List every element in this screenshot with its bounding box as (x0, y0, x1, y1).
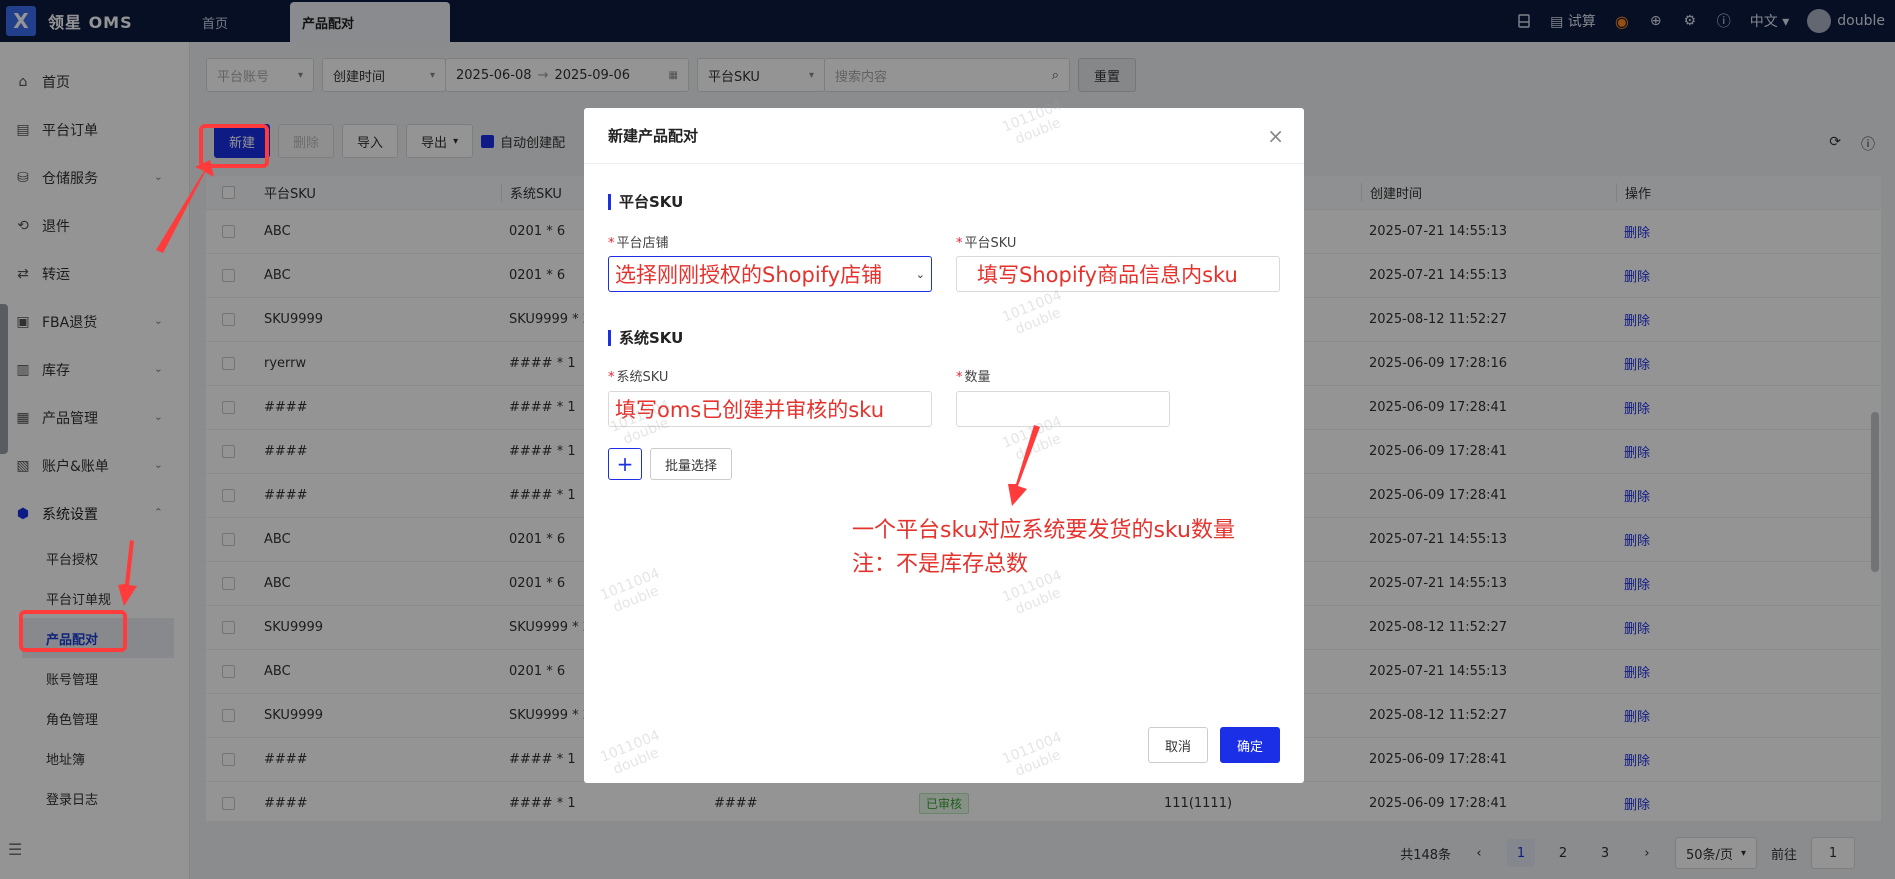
chevron-down-icon: ⌄ (915, 267, 925, 281)
plus-icon: + (616, 452, 634, 476)
watermark: 1011004 double (598, 565, 663, 616)
system-sku-input[interactable]: 填写oms已创建并审核的sku (608, 391, 932, 427)
store-label-text: 平台店铺 (616, 236, 669, 251)
required-mark: * (608, 370, 615, 385)
note-line-2: 注：不是库存总数 (852, 552, 1029, 577)
watermark: 1011004 double (598, 727, 663, 778)
platform-sku-label-text: 平台SKU (964, 236, 1017, 251)
modal-title: 新建产品配对 (584, 108, 1304, 164)
highlight-product-pairing (19, 610, 127, 652)
system-sku-label-text: 系统SKU (616, 370, 669, 385)
batch-select-button[interactable]: 批量选择 (650, 448, 732, 480)
section-platform-sku: 平台SKU (608, 194, 683, 210)
system-sku-field-label: * 系统SKU (608, 366, 668, 385)
store-field-label: * 平台店铺 (608, 232, 669, 251)
cancel-button[interactable]: 取消 (1147, 727, 1208, 763)
section-system-sku: 系统SKU (608, 330, 683, 346)
highlight-new-button (199, 124, 269, 168)
required-mark: * (956, 236, 963, 251)
add-row-button[interactable]: + (608, 448, 642, 480)
required-mark: * (608, 236, 615, 251)
quantity-field-label: * 数量 (956, 366, 991, 385)
note-line-1: 一个平台sku对应系统要发货的sku数量 (852, 518, 1235, 543)
platform-sku-annotation: 填写Shopify商品信息内sku (977, 263, 1238, 287)
required-mark: * (956, 370, 963, 385)
system-sku-annotation: 填写oms已创建并审核的sku (615, 398, 885, 422)
watermark: 1011004 double (1000, 729, 1065, 780)
close-icon[interactable]: × (1267, 124, 1284, 148)
quantity-label-text: 数量 (964, 370, 991, 385)
quantity-note: 一个平台sku对应系统要发货的sku数量 注：不是库存总数 (852, 514, 1235, 582)
modal-footer: 取消 确定 (1147, 727, 1280, 763)
confirm-button[interactable]: 确定 (1219, 727, 1280, 763)
quantity-input[interactable] (956, 391, 1170, 427)
store-select[interactable]: 选择刚刚授权的Shopify店铺 ⌄ (608, 256, 932, 292)
new-pairing-modal: 新建产品配对 × 平台SKU * 平台店铺 选择刚刚授权的Shopify店铺 ⌄ … (584, 97, 1304, 783)
platform-sku-field-label: * 平台SKU (956, 232, 1016, 251)
store-annotation: 选择刚刚授权的Shopify店铺 (615, 263, 883, 287)
platform-sku-input[interactable]: 填写Shopify商品信息内sku (956, 256, 1280, 292)
watermark: 1011004 double (1000, 287, 1065, 338)
